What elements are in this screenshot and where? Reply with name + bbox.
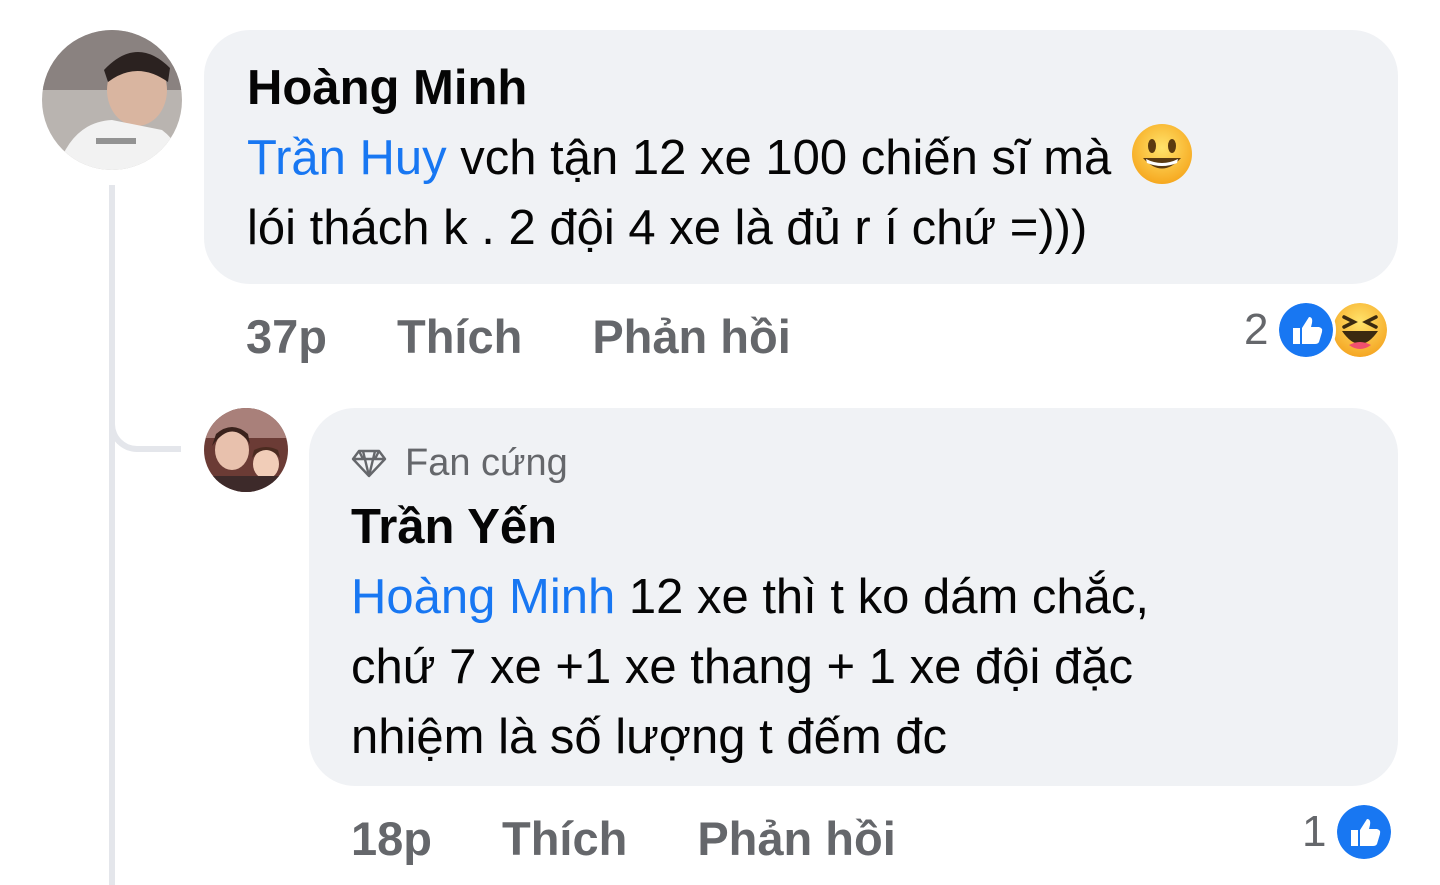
reply-button[interactable]: Phản hồi <box>697 811 895 866</box>
comment-text-line: nhiệm là số lượng t đếm đc <box>351 710 948 764</box>
comment-text-line: vch tận 12 xe 100 chiến sĩ mà <box>446 131 1125 185</box>
mention-link[interactable]: Trần Huy <box>247 131 447 185</box>
reactions-2[interactable]: 1 <box>1302 802 1395 862</box>
reply-button[interactable]: Phản hồi <box>592 309 790 364</box>
comment-author[interactable]: Trần Yến <box>351 499 1398 555</box>
comment-text-line: chứ 7 xe +1 xe thang + 1 xe đội đặc <box>351 640 1133 694</box>
mention-link[interactable]: Hoàng Minh <box>351 570 615 624</box>
like-icon <box>1334 802 1395 862</box>
comment-text: Hoàng Minh 12 xe thì t ko dám chắc, chứ … <box>351 562 1398 772</box>
top-fan-badge: Fan cứng <box>351 441 1398 485</box>
timestamp[interactable]: 37p <box>246 309 327 364</box>
like-button[interactable]: Thích <box>397 309 522 364</box>
avatar-hoang-minh[interactable] <box>42 30 182 170</box>
comment-text-line: 12 xe thì t ko dám chắc, <box>615 570 1150 624</box>
grinning-emoji-icon <box>1131 124 1192 185</box>
like-icon <box>1276 300 1337 360</box>
reaction-count: 1 <box>1302 807 1327 856</box>
timestamp[interactable]: 18p <box>351 811 432 866</box>
comment-actions-2: 18p Thích Phản hồi <box>351 808 966 868</box>
comment-bubble-2: Fan cứng Trần Yến Hoàng Minh 12 xe thì t… <box>309 408 1398 786</box>
thread-line-vertical <box>109 185 115 885</box>
comment-author[interactable]: Hoàng Minh <box>247 60 1398 116</box>
thread-line-branch <box>109 380 181 452</box>
reaction-count: 2 <box>1244 305 1269 354</box>
comment-text: Trần Huy vch tận 12 xe 100 chiến sĩ mà l… <box>247 123 1398 263</box>
like-button[interactable]: Thích <box>502 811 627 866</box>
comment-bubble-1: Hoàng Minh Trần Huy vch tận 12 xe 100 ch… <box>204 30 1398 284</box>
badge-label: Fan cứng <box>405 442 568 484</box>
reactions-1[interactable]: 2 <box>1244 300 1391 360</box>
avatar-tran-yen[interactable] <box>204 408 288 492</box>
diamond-icon <box>351 449 387 478</box>
comment-actions-1: 37p Thích Phản hồi <box>246 306 861 366</box>
comment-text-line: lói thách k . 2 đội 4 xe là đủ r í chứ =… <box>247 201 1088 255</box>
haha-icon <box>1330 300 1391 360</box>
